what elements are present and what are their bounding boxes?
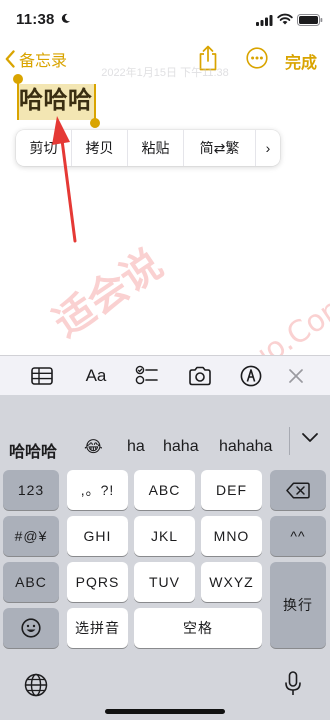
key-def[interactable]: DEF: [201, 470, 262, 510]
formatting-toolbar: Aa: [0, 355, 330, 395]
key-abc[interactable]: ABC: [134, 470, 195, 510]
candidate-divider: [289, 427, 290, 455]
close-keyboard-icon[interactable]: [286, 364, 306, 388]
key-ghi[interactable]: GHI: [67, 516, 128, 556]
chevron-down-icon[interactable]: [301, 431, 319, 443]
menu-cut[interactable]: 剪切: [16, 130, 72, 166]
emoji-key[interactable]: [3, 608, 59, 648]
candidate-5[interactable]: hahaha: [219, 438, 272, 456]
key-symbols[interactable]: #@¥: [3, 516, 59, 556]
microphone-icon[interactable]: [284, 671, 302, 697]
key-jkl[interactable]: JKL: [134, 516, 195, 556]
delete-key[interactable]: [270, 470, 326, 510]
key-123[interactable]: 123: [3, 470, 59, 510]
menu-more-arrow[interactable]: ›: [256, 130, 280, 166]
emoji-icon: [21, 618, 41, 638]
signal-icon: [256, 15, 273, 26]
moon-icon: [61, 13, 70, 23]
checklist-icon[interactable]: [134, 364, 160, 388]
menu-copy[interactable]: 拷贝: [72, 130, 128, 166]
wifi-icon: [277, 13, 293, 25]
candidate-3[interactable]: ha: [127, 438, 145, 456]
key-wxyz[interactable]: WXYZ: [201, 562, 262, 602]
key-choose-pinyin[interactable]: 选拼音: [67, 608, 128, 648]
status-time: 11:38: [16, 11, 55, 28]
camera-icon[interactable]: [187, 364, 213, 388]
menu-convert-chinese[interactable]: 简⇄繁: [184, 130, 256, 166]
battery-icon: [297, 14, 323, 26]
menu-paste[interactable]: 粘贴: [128, 130, 184, 166]
globe-icon[interactable]: [24, 673, 48, 697]
key-tuv[interactable]: TUV: [134, 562, 195, 602]
table-icon[interactable]: [30, 364, 54, 388]
key-emoticon[interactable]: ^^: [270, 516, 326, 556]
key-punctuation[interactable]: ,。?!: [67, 470, 128, 510]
key-pqrs[interactable]: PQRS: [67, 562, 128, 602]
selection-end-handle-knob[interactable]: [90, 118, 100, 128]
watermark: 适会说: [40, 233, 172, 348]
note-body-text[interactable]: 哈哈哈: [19, 84, 93, 118]
selection-end-handle[interactable]: [94, 84, 96, 122]
watermark-text-cn: 适会说: [45, 241, 171, 347]
key-abc-switch[interactable]: ABC: [3, 562, 59, 602]
key-space[interactable]: 空格: [134, 608, 262, 648]
backspace-icon: [286, 481, 310, 499]
markup-pen-icon[interactable]: [239, 364, 263, 388]
candidate-4[interactable]: haha: [163, 438, 199, 456]
keyboard: 哈哈哈 😂 ha haha hahaha 123 ,。?! ABC DEF #@…: [0, 395, 330, 720]
candidate-1[interactable]: 哈哈哈: [9, 438, 57, 462]
note-date: 2022年1月15日 下午11:38: [101, 67, 229, 79]
status-bar: 11:38: [0, 0, 330, 44]
candidate-2[interactable]: 😂: [84, 437, 103, 457]
home-indicator[interactable]: [105, 709, 225, 714]
selection-start-handle-knob[interactable]: [13, 74, 23, 84]
edit-context-menu: 剪切 拷贝 粘贴 简⇄繁 ›: [16, 130, 280, 166]
key-mno[interactable]: MNO: [201, 516, 262, 556]
key-return[interactable]: 换行: [270, 562, 326, 648]
text-style-button[interactable]: Aa: [82, 364, 110, 388]
